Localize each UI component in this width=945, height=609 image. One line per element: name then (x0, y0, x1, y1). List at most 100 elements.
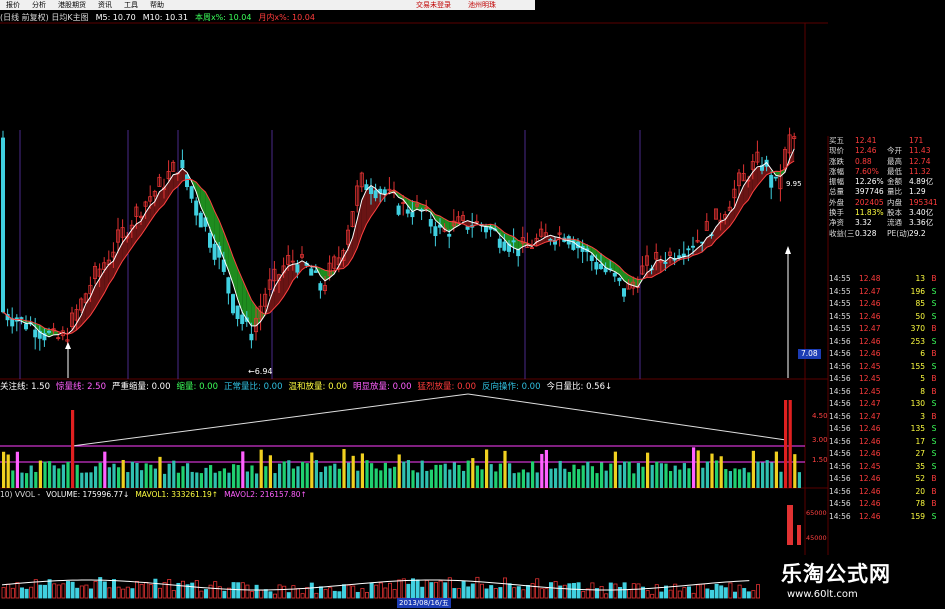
stock-name-link[interactable]: 池州明珠 (468, 0, 496, 10)
menu-item-tools[interactable]: 工具 (118, 0, 144, 10)
vvol-bar (710, 589, 715, 599)
vvol-bar (696, 584, 701, 599)
tick-cell: 12.47 (859, 286, 881, 296)
volume-ratio-bar (15, 451, 19, 488)
quote-cell: 171 (909, 136, 924, 145)
tick-cell: 5 (920, 374, 925, 383)
vvol-bar (654, 584, 659, 599)
volume-ratio-bar (34, 471, 38, 488)
vvol-bar (535, 578, 540, 599)
volume-ratio-bar (558, 460, 562, 488)
tick-cell: B (931, 386, 937, 396)
vvol-bar (392, 589, 397, 599)
volume-ratio-bar (733, 468, 737, 488)
vvol-bar (406, 583, 411, 599)
vvol-bar (756, 584, 761, 599)
vvol-bar (6, 583, 11, 599)
volume-ratio-bar (333, 463, 337, 488)
volume-ratio-bar (360, 453, 364, 488)
tick-cell: 12.46 (859, 349, 881, 358)
tick-row: 14:56 12.46 253 S (829, 336, 945, 349)
vvol-bar (134, 580, 139, 599)
volume-ratio-bar (784, 400, 788, 488)
volume-ratio-bar (209, 465, 213, 488)
volume-ratio-bar (457, 464, 461, 488)
volume-ratio-bar (646, 452, 650, 488)
kline-chart[interactable]: ←6.94 9.95 4.50 3.00 1.50 65000 45000 (0, 0, 945, 609)
vvol-bar (190, 582, 195, 599)
volume-ratio-bar (130, 461, 134, 488)
quote-cell: 12.26% (855, 177, 884, 187)
menu-item-analysis[interactable]: 分析 (26, 0, 52, 10)
vvol-bar (47, 579, 52, 599)
vvol-bar (443, 582, 448, 599)
candle-body (382, 189, 387, 195)
volume-ratio-bar (710, 453, 714, 488)
volume-ratio-bar (310, 452, 314, 488)
vvol-info-line: 10) VVOL - VOLUME: 175996.77↓ MAVOL1: 33… (0, 489, 313, 500)
candle-body (589, 255, 594, 262)
tick-cell: 85 (915, 299, 925, 308)
quote-cell: 最高 (887, 156, 902, 166)
tick-cell: 14:56 (829, 511, 851, 521)
volume-ratio-bar (618, 464, 622, 488)
vvol-bar (171, 590, 176, 599)
menu-item-quote[interactable]: 报价 (0, 0, 26, 10)
volume-ratio-bar (181, 466, 185, 488)
vvol-bar (650, 593, 655, 599)
volume-ratio-bar (20, 472, 24, 488)
vvol-bar (526, 584, 531, 599)
candle-body (612, 272, 617, 277)
low-arrow-head (65, 342, 71, 349)
volume-ratio-bar (103, 451, 107, 488)
volume-ratio-bar (135, 462, 139, 488)
menu-item-hk-futures[interactable]: 港股期货 (52, 0, 92, 10)
vvol-bar (351, 585, 356, 599)
quote-cell: 净资 (829, 218, 844, 228)
tick-row: 14:56 12.46 52 B (829, 473, 945, 486)
tick-cell: 159 (910, 511, 925, 521)
quote-cell: 换手 (829, 208, 844, 218)
volume-ratio-bar (738, 469, 742, 488)
volume-ratio-bar (264, 466, 268, 488)
tick-cell: 12.46 (859, 486, 881, 496)
trade-login-link[interactable]: 交易未登录 (416, 0, 451, 10)
candle-body (663, 261, 668, 264)
indicator-info-line: 关注线: 1.50 惊量线: 2.50 严重缩量: 0.00 缩量: 0.00 … (0, 380, 618, 392)
chart-title[interactable]: (日线 前复权) 日均K主图 (0, 12, 89, 23)
volume-ratio-bar (199, 473, 203, 488)
volume-ratio-bar (627, 461, 631, 488)
volume-ratio-bar (540, 453, 544, 488)
volume-ratio-bar (503, 450, 507, 488)
vvol-bar (470, 583, 475, 599)
volume-ratio-bar (43, 461, 47, 488)
vvol-bar (493, 588, 498, 599)
menu-bar: 报价 分析 港股期货 资讯 工具 帮助 交易未登录 池州明珠 (0, 0, 535, 10)
quote-row: 涨跌 0.88 最高 12.74 (829, 157, 945, 167)
volume-ratio-bar (719, 456, 723, 488)
volume-ratio-bar (692, 447, 696, 488)
candle-body (497, 238, 502, 248)
quote-panel: 买五 12.41 171 现价 12.46 今开 11.43 涨跌 0.88 最高 12.74 涨幅 7… (829, 136, 945, 239)
vvol-bar (139, 583, 144, 599)
tick-cell: 14:55 (829, 324, 851, 333)
vvol-bar (728, 582, 733, 599)
menu-item-news[interactable]: 资讯 (92, 0, 118, 10)
menu-item-help[interactable]: 帮助 (144, 0, 170, 10)
tick-cell: 12.46 (859, 336, 881, 346)
volume-ratio-bar (747, 472, 751, 488)
tick-row: 14:56 12.45 8 B (829, 386, 945, 399)
candle-body (594, 262, 599, 270)
vvol-bar (130, 588, 135, 599)
candle-body (180, 159, 185, 169)
volume-ratio-bar (241, 451, 245, 488)
vvol-bar (272, 593, 277, 599)
volume-ratio-bar (508, 463, 512, 488)
tick-list[interactable]: 14:55 12.48 13 B 14:55 12.47 196 S 14:55 12.46 85 S… (829, 273, 945, 523)
tick-cell: 13 (915, 274, 925, 283)
tick-cell: B (931, 374, 937, 383)
quote-cell: 今开 (887, 146, 902, 156)
quote-row: 换手 11.83% 股本 3.40亿 (829, 208, 945, 218)
indicator-menglie: 猛烈放量: 0.00 (417, 382, 477, 392)
candle-body (235, 305, 240, 319)
